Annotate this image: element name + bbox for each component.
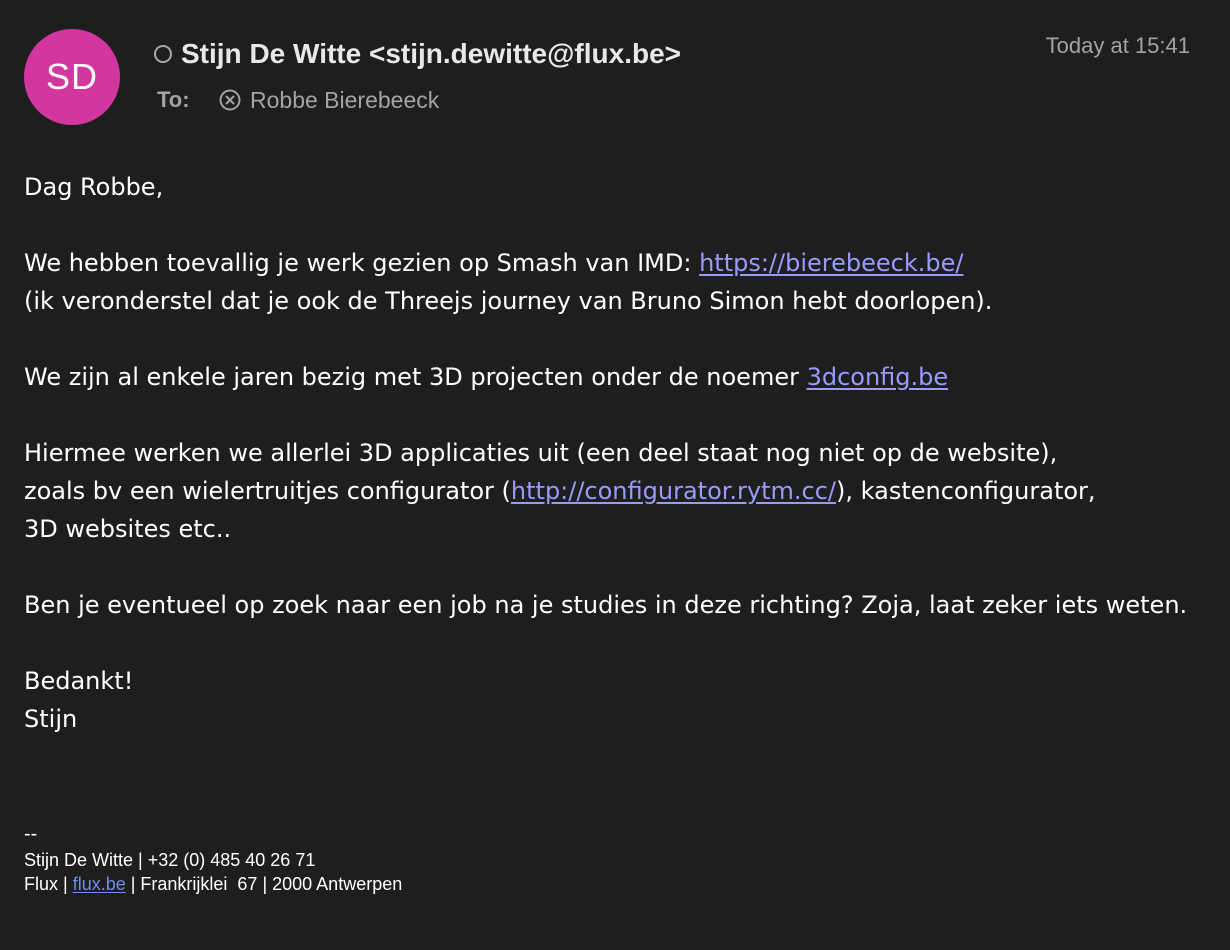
paragraph-applications-pre: zoals bv een wielertruitjes configurator… [24, 477, 511, 505]
signature-company: Flux | [24, 874, 73, 894]
email-signature: -- Stijn De Witte | +32 (0) 485 40 26 71 F… [24, 820, 402, 896]
from-row: Stijn De Witte <stijn.dewitte@flux.be> [154, 34, 681, 74]
paragraph-3dconfig-text: We zijn al enkele jaren bezig met 3D pro… [24, 363, 807, 391]
flux-link[interactable]: flux.be [73, 874, 126, 894]
paragraph-smash-line2: (ik veronderstel dat je ook de Threejs j… [24, 287, 993, 315]
email-header: SD Stijn De Witte <stijn.dewitte@flux.be… [0, 0, 1230, 140]
signature-address: | Frankrijklei 67 | 2000 Antwerpen [125, 874, 403, 894]
avatar[interactable]: SD [24, 29, 120, 125]
paragraph-job: Ben je eventueel op zoek naar een job na… [24, 586, 1214, 624]
to-row: To: Robbe Bierebeeck [157, 85, 439, 115]
sign-name: Stijn [24, 705, 78, 733]
greeting-text: Dag Robbe, [24, 173, 164, 201]
signature-separator: -- [24, 823, 38, 845]
message-body: Dag Robbe, We hebben toevallig je werk g… [24, 168, 1214, 738]
paragraph-applications: Hiermee werken we allerlei 3D applicatie… [24, 434, 1214, 548]
paragraph-applications-post: ), kastenconfigurator, [836, 477, 1096, 505]
configurator-link[interactable]: http://configurator.rytm.cc/ [511, 477, 836, 505]
paragraph-applications-line3: 3D websites etc.. [24, 515, 232, 543]
paragraph-smash-text: We hebben toevallig je werk gezien op Sm… [24, 249, 700, 277]
greeting: Dag Robbe, [24, 168, 1214, 206]
closing: Bedankt! Stijn [24, 662, 1214, 738]
paragraph-applications-line1: Hiermee werken we allerlei 3D applicatie… [24, 439, 1058, 467]
closing-text: Bedankt! [24, 667, 134, 695]
sender-address[interactable]: Stijn De Witte <stijn.dewitte@flux.be> [181, 38, 681, 70]
paragraph-job-text: Ben je eventueel op zoek naar een job na… [24, 591, 1188, 619]
paragraph-3dconfig: We zijn al enkele jaren bezig met 3D pro… [24, 358, 1214, 396]
timestamp: Today at 15:41 [1045, 33, 1190, 58]
recipient-name: Robbe Bierebeeck [250, 86, 440, 113]
avatar-initials: SD [45, 56, 98, 97]
circle-status-icon [154, 45, 172, 63]
paragraph-smash: We hebben toevallig je werk gezien op Sm… [24, 244, 1214, 320]
signature-line-address: Flux | flux.be | Frankrijklei 67 | 2000 … [24, 872, 402, 896]
remove-circle-x-icon[interactable] [219, 89, 241, 111]
recipient-chip[interactable]: Robbe Bierebeeck [219, 87, 439, 114]
3dconfig-link[interactable]: 3dconfig.be [807, 363, 949, 391]
to-label: To: [157, 87, 190, 112]
signature-line-contact: Stijn De Witte | +32 (0) 485 40 26 71 [24, 850, 316, 870]
portfolio-link[interactable]: https://bierebeeck.be/ [699, 249, 963, 277]
